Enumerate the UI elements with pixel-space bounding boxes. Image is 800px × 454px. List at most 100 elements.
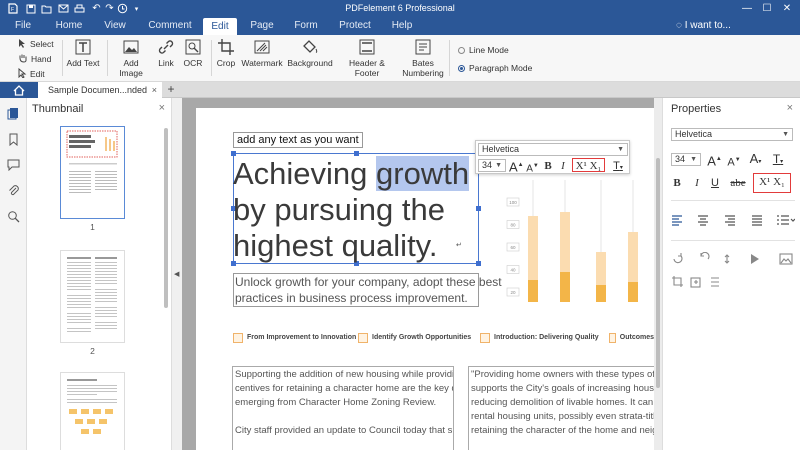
subheading-text-box[interactable]: Unlock growth for your company, adopt th…: [233, 273, 502, 307]
floating-font-dropdown[interactable]: Helvetica ▼: [478, 143, 628, 156]
align-justify-icon[interactable]: [752, 215, 762, 226]
thumbnail-panel-icon[interactable]: [7, 107, 20, 120]
background-button[interactable]: Background: [287, 38, 333, 68]
increase-font-size-icon[interactable]: A▲: [707, 152, 722, 168]
column-line: emerging from Character Home Zoning Revi…: [235, 397, 437, 408]
thumbnail-page-3[interactable]: [60, 372, 125, 450]
header-footer-button[interactable]: Header & Footer: [337, 38, 397, 78]
italic-button[interactable]: I: [558, 159, 568, 173]
attachment-icon[interactable]: [7, 184, 20, 197]
section-chip[interactable]: Introduction: Delivering Quality: [480, 332, 599, 343]
crop-image-icon[interactable]: [672, 276, 683, 287]
font-size-dropdown[interactable]: 34 ▼: [671, 153, 701, 166]
resize-handle[interactable]: [476, 206, 481, 211]
column-line: City staff provided an update to Council…: [235, 425, 453, 436]
tab-home[interactable]: Home: [50, 17, 88, 35]
subscript-button[interactable]: X₁: [590, 160, 602, 172]
text-color-icon[interactable]: T▾: [609, 159, 627, 173]
superscript-button[interactable]: X¹: [759, 176, 770, 188]
resize-handle[interactable]: [476, 261, 481, 266]
align-center-icon[interactable]: [698, 215, 708, 226]
tab-file[interactable]: File: [6, 17, 40, 35]
document-tab[interactable]: Sample Documen...nded ×: [38, 82, 162, 98]
column-text-box-right[interactable]: "Providing home owners with these types …: [468, 366, 654, 450]
hand-tool[interactable]: Hand: [18, 53, 51, 65]
heading-text: Achieving growth by pursuing the highest…: [233, 156, 470, 264]
tab-edit[interactable]: Edit: [203, 18, 237, 35]
subscript-button[interactable]: X₁: [773, 176, 785, 188]
thumbnail-page-2[interactable]: [60, 250, 125, 343]
bold-button[interactable]: B: [671, 176, 683, 190]
edit-tool[interactable]: Edit: [18, 67, 45, 80]
flip-vertical-icon[interactable]: [724, 254, 730, 264]
close-tab-icon[interactable]: ×: [152, 82, 157, 98]
tab-page[interactable]: Page: [244, 17, 280, 35]
italic-button[interactable]: I: [691, 176, 703, 190]
bates-numbering-button[interactable]: Bates Numbering: [400, 38, 446, 78]
flip-horizontal-icon[interactable]: [751, 254, 759, 264]
column-text-box-left[interactable]: Supporting the addition of new housing w…: [232, 366, 454, 450]
document-scrollbar[interactable]: [654, 98, 662, 450]
bold-button[interactable]: B: [543, 159, 553, 173]
close-window-button[interactable]: ✕: [778, 1, 796, 16]
section-chip[interactable]: Outcomes: [609, 332, 654, 343]
tab-view[interactable]: View: [96, 17, 134, 35]
crop-button[interactable]: Crop: [214, 38, 238, 68]
comment-icon[interactable]: [7, 158, 20, 172]
rotate-right-icon[interactable]: [700, 252, 710, 260]
link-button[interactable]: Link: [154, 38, 178, 68]
tab-form[interactable]: Form: [288, 17, 324, 35]
align-left-icon[interactable]: [672, 215, 682, 226]
line-mode-radio[interactable]: Line Mode: [458, 44, 509, 56]
chevron-down-icon: ▼: [782, 131, 789, 138]
decrease-font-size-icon[interactable]: A▼: [727, 153, 741, 169]
collapse-left-panel-handle[interactable]: ◀: [172, 98, 182, 450]
align-right-icon[interactable]: [725, 215, 735, 226]
thumbnail-page-1[interactable]: [60, 126, 125, 219]
add-image-button[interactable]: Add Image: [111, 38, 151, 78]
minimize-button[interactable]: —: [738, 1, 756, 16]
tab-comment[interactable]: Comment: [142, 17, 198, 35]
tab-protect[interactable]: Protect: [334, 17, 376, 35]
section-chip[interactable]: From Improvement to Innovation: [233, 332, 356, 343]
font-family-dropdown[interactable]: Helvetica ▼: [671, 128, 793, 141]
thumbnail-title: Thumbnail: [32, 103, 84, 115]
bookmark-icon[interactable]: [7, 133, 20, 147]
tab-help[interactable]: Help: [386, 17, 418, 35]
close-thumbnail-icon[interactable]: ×: [159, 102, 165, 114]
floating-size-dropdown[interactable]: 34 ▼: [478, 159, 506, 172]
i-want-to-search[interactable]: ◌ I want to...: [676, 17, 731, 35]
edit-cursor-icon: [18, 67, 27, 80]
heading-text-box[interactable]: Achieving growth by pursuing the highest…: [231, 151, 481, 266]
watermark-button[interactable]: Watermark: [241, 38, 283, 68]
font-color-icon[interactable]: A▾: [747, 152, 764, 166]
superscript-button[interactable]: X¹: [576, 160, 587, 172]
line-spacing-icon[interactable]: [777, 215, 795, 225]
paragraph-mode-label: Paragraph Mode: [469, 63, 533, 73]
section-icon: [480, 332, 490, 343]
rotate-left-icon[interactable]: [673, 253, 683, 264]
close-properties-icon[interactable]: ×: [787, 102, 793, 114]
select-tool[interactable]: Select: [18, 38, 54, 50]
ocr-button[interactable]: OCR: [181, 38, 205, 68]
new-tab-button[interactable]: +: [165, 82, 177, 98]
paragraph-mode-radio[interactable]: Paragraph Mode: [458, 62, 532, 74]
extract-image-icon[interactable]: [690, 277, 701, 288]
scrollbar-thumb[interactable]: [656, 158, 660, 388]
arrange-icon[interactable]: [711, 277, 719, 287]
maximize-button[interactable]: ☐: [758, 1, 776, 16]
replace-image-icon[interactable]: [779, 253, 793, 265]
increase-font-icon[interactable]: A▲: [509, 158, 524, 174]
strikethrough-button[interactable]: abe: [727, 176, 749, 190]
section-icon: [609, 332, 616, 343]
add-text-button[interactable]: Add Text: [66, 38, 100, 68]
section-chip[interactable]: Identify Growth Opportunities: [358, 332, 471, 343]
search-icon[interactable]: [7, 210, 20, 223]
text-style-icon[interactable]: T▾: [769, 152, 787, 166]
cursor-icon: [18, 38, 27, 50]
underline-button[interactable]: U: [709, 176, 721, 190]
decrease-font-icon[interactable]: A▼: [526, 159, 539, 174]
home-tab[interactable]: [0, 82, 38, 98]
added-text-box[interactable]: add any text as you want: [233, 132, 363, 148]
thumbnail-scrollbar[interactable]: [164, 128, 168, 308]
